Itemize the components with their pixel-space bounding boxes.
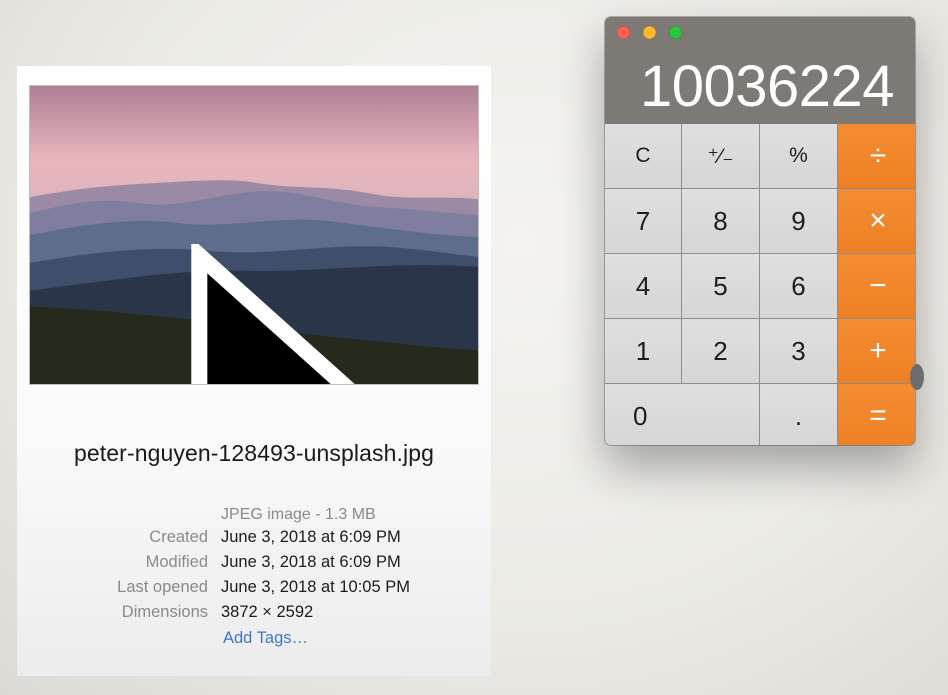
zoom-window-button[interactable] xyxy=(669,26,682,39)
file-name: peter-nguyen-128493-unsplash.jpg xyxy=(74,440,434,466)
file-kind-size: JPEG image - 1.3 MB xyxy=(221,506,376,523)
metadata-row-created: Created June 3, 2018 at 6:09 PM xyxy=(17,528,491,553)
plus-minus-button[interactable]: ⁺∕₋ xyxy=(682,124,759,188)
last-opened-label: Last opened xyxy=(117,578,208,596)
window-titlebar[interactable] xyxy=(605,17,915,47)
digit-7-button[interactable]: 7 xyxy=(605,189,681,253)
calculator-display: 10036224 xyxy=(639,54,895,119)
dimensions-value: 3872 × 2592 xyxy=(221,603,314,621)
metadata-row-last-opened: Last opened June 3, 2018 at 10:05 PM xyxy=(17,578,491,603)
created-label: Created xyxy=(149,528,208,546)
last-opened-value: June 3, 2018 at 10:05 PM xyxy=(221,578,410,596)
metadata-list: Created June 3, 2018 at 6:09 PM Modified… xyxy=(17,528,491,628)
calculator-keypad: C ⁺∕₋ % ÷ 7 8 9 × 4 5 6 − 1 2 3 + 0 . = xyxy=(605,124,915,445)
modified-value: June 3, 2018 at 6:09 PM xyxy=(221,553,401,571)
metadata-row-dimensions: Dimensions 3872 × 2592 xyxy=(17,603,491,628)
digit-9-button[interactable]: 9 xyxy=(760,189,837,253)
decimal-point-button[interactable]: . xyxy=(760,384,837,445)
mouse-pointer-icon xyxy=(191,244,355,384)
percent-button[interactable]: % xyxy=(760,124,837,188)
modified-label: Modified xyxy=(145,553,208,571)
calculator-window: 10036224 C ⁺∕₋ % ÷ 7 8 9 × 4 5 6 − 1 2 3… xyxy=(605,17,915,445)
created-value: June 3, 2018 at 6:09 PM xyxy=(221,528,401,546)
digit-5-button[interactable]: 5 xyxy=(682,254,759,318)
digit-0-button[interactable]: 0 xyxy=(605,384,759,445)
clear-button[interactable]: C xyxy=(605,124,681,188)
digit-1-button[interactable]: 1 xyxy=(605,319,681,383)
digit-2-button[interactable]: 2 xyxy=(682,319,759,383)
divide-button[interactable]: ÷ xyxy=(838,124,915,188)
metadata-row-modified: Modified June 3, 2018 at 6:09 PM xyxy=(17,553,491,578)
digit-3-button[interactable]: 3 xyxy=(760,319,837,383)
digit-6-button[interactable]: 6 xyxy=(760,254,837,318)
image-preview xyxy=(29,85,479,385)
add-tags-link[interactable]: Add Tags… xyxy=(223,629,308,648)
digit-8-button[interactable]: 8 xyxy=(682,189,759,253)
equals-button[interactable]: = xyxy=(838,384,915,445)
close-window-button[interactable] xyxy=(617,26,630,39)
multiply-button[interactable]: × xyxy=(838,189,915,253)
minimize-window-button[interactable] xyxy=(643,26,656,39)
digit-4-button[interactable]: 4 xyxy=(605,254,681,318)
dimensions-label: Dimensions xyxy=(121,603,208,621)
file-info-panel: peter-nguyen-128493-unsplash.jpg JPEG im… xyxy=(17,66,491,676)
add-button[interactable]: + xyxy=(838,319,915,383)
window-edge-control-icon xyxy=(910,364,924,390)
subtract-button[interactable]: − xyxy=(838,254,915,318)
